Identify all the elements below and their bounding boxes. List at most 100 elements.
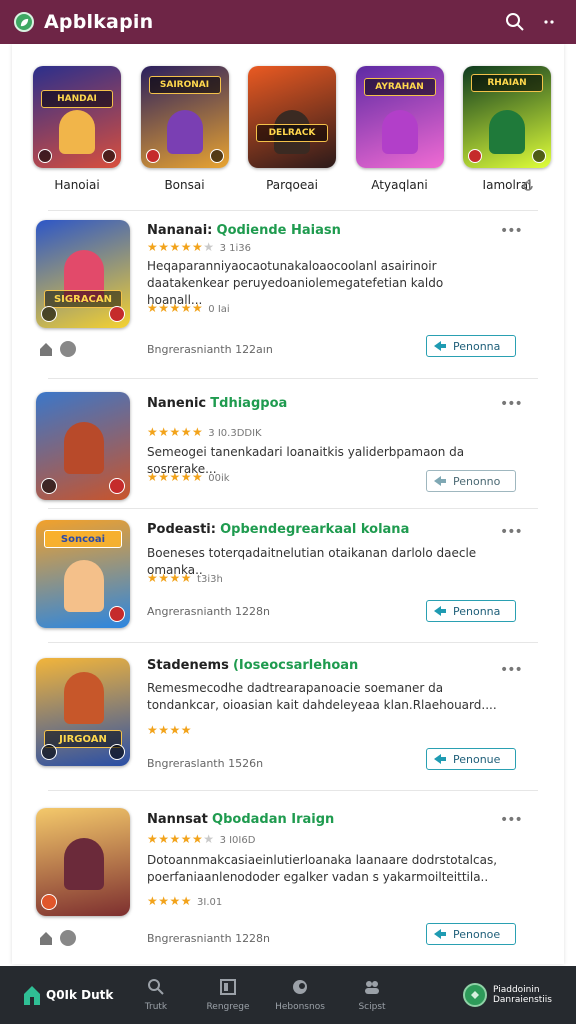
featured-art[interactable]: DELRACK <box>248 66 336 168</box>
app-thumbnail[interactable]: JIRGOAN <box>36 658 130 766</box>
more-options-icon[interactable]: ••• <box>500 525 523 539</box>
rating-bottom: ★★★★★ 0 Iai <box>147 301 230 315</box>
nav-label: Scipst <box>358 1002 386 1012</box>
install-icon <box>434 754 446 764</box>
app-thumbnail[interactable] <box>36 392 130 500</box>
divider <box>48 210 538 211</box>
app-tag: Qodiende Haiasn <box>216 223 341 238</box>
stars: ★★★★★ <box>147 425 204 439</box>
badge-icon <box>109 478 125 494</box>
badge-icon <box>41 478 57 494</box>
character-figure <box>166 110 203 154</box>
app-title-line[interactable]: Nanenic Tdhiagpoa <box>147 396 287 411</box>
install-icon <box>434 606 446 616</box>
divider <box>48 790 538 791</box>
install-button[interactable]: Penonoe <box>426 923 516 945</box>
home-icon <box>24 986 40 1005</box>
more-options-icon[interactable]: ••• <box>500 813 523 827</box>
install-button[interactable]: Penonna <box>426 600 516 622</box>
app-title-line[interactable]: Nannsat Qbodadan Iraign <box>147 812 334 827</box>
featured-item[interactable]: HANDAI Hanoiai <box>32 66 122 200</box>
stars: ★★★★★ <box>147 470 204 484</box>
divider <box>48 378 538 379</box>
nav-item-library[interactable]: Rengrege <box>192 978 264 1012</box>
featured-item[interactable]: AYRAHAN Atyaqlani <box>355 66 445 200</box>
install-label: Penonna <box>453 604 501 618</box>
more-options-icon[interactable]: ••• <box>500 224 523 238</box>
nav-item-people[interactable]: Scipst <box>336 978 408 1012</box>
home-icon[interactable] <box>38 341 54 357</box>
app-tag: Qbodadan Iraign <box>212 812 335 827</box>
rating-bottom: ★★★★ t3i3h <box>147 571 223 585</box>
account-line1: Piaddoinin <box>492 985 540 995</box>
character-figure <box>64 560 104 612</box>
leaf-icon[interactable] <box>14 12 34 32</box>
app-tag: Opbendegrearkaal kolana <box>220 522 410 537</box>
search-icon <box>148 979 164 995</box>
rating-meta: 3 I0.3DDIK <box>208 428 262 439</box>
people-icon <box>365 981 379 994</box>
badge-icon <box>41 306 57 322</box>
account-line2: Danraienstiis <box>492 995 552 1005</box>
release-info: Angrerasnianth 1228n <box>147 605 271 618</box>
more-vertical-icon[interactable] <box>536 9 562 35</box>
app-name: Nanenic <box>147 396 207 411</box>
featured-art[interactable]: HANDAI <box>33 66 121 168</box>
featured-label: Atyaqlani <box>371 178 428 192</box>
install-button[interactable]: Penonno <box>426 470 516 492</box>
app-title-line[interactable]: Stadenems (Ioseocsarlehoan <box>147 658 358 673</box>
home-icon[interactable] <box>38 930 54 946</box>
install-button[interactable]: Penonue <box>426 748 516 770</box>
more-options-icon[interactable]: ••• <box>500 663 523 677</box>
nav-item-discover[interactable]: Hebonsnos <box>264 978 336 1012</box>
app-description: Dotoannmakcasiaeinlutierloanaka laanaare… <box>147 853 498 884</box>
install-label: Penonue <box>453 752 501 766</box>
nav-item-search[interactable]: Trutk <box>120 978 192 1012</box>
release-info: Bngrerasnianth 122aın <box>147 343 273 356</box>
featured-art[interactable]: RHAIAN <box>463 66 551 168</box>
badge-icon <box>532 149 546 163</box>
stars: ★★★★★ <box>147 240 204 254</box>
rating-meta: t3i3h <box>197 574 223 585</box>
app-thumbnail[interactable] <box>36 808 130 916</box>
info-icon[interactable] <box>60 341 76 357</box>
featured-art[interactable]: AYRAHAN <box>355 66 444 168</box>
account-area[interactable]: Piaddoinin Danraienstiis <box>462 983 576 1007</box>
install-icon <box>434 929 446 939</box>
app-name: Stadenems <box>147 658 229 673</box>
refresh-icon[interactable] <box>520 178 536 194</box>
install-button[interactable]: Penonna <box>426 335 516 357</box>
row-actions <box>38 930 76 946</box>
stars: ★★★★ <box>147 571 193 585</box>
character-figure <box>59 110 95 154</box>
stars: ★★★★ <box>147 894 193 908</box>
art-banner: SIGRACAN <box>44 290 122 308</box>
rating-meta: 3 I0I6D <box>219 835 256 846</box>
badge-icon <box>102 149 116 163</box>
featured-item[interactable]: RHAIAN Iamolrai <box>462 66 552 200</box>
featured-item[interactable]: SAIRONAI Bonsai <box>140 66 230 200</box>
stars-off: ★ <box>203 832 215 846</box>
rating-bottom: ★★★★ 3I.01 <box>147 894 222 908</box>
rating-meta: 3 1i36 <box>219 243 251 254</box>
badge-icon <box>41 894 57 910</box>
more-options-icon[interactable]: ••• <box>500 397 523 411</box>
app-thumbnail[interactable]: Soncoai <box>36 520 130 628</box>
search-icon[interactable] <box>502 9 528 35</box>
art-banner: DELRACK <box>256 124 328 142</box>
app-name: Nannsat <box>147 812 208 827</box>
install-label: Penonno <box>453 474 501 488</box>
app-thumbnail[interactable]: SIGRACAN <box>36 220 130 328</box>
app-title-line[interactable]: Podeasti: Opbendegrearkaal kolana <box>147 522 409 537</box>
badge-icon <box>109 744 125 760</box>
avatar[interactable] <box>462 983 487 1007</box>
rating-bottom: ★★★★ <box>147 723 197 737</box>
featured-item[interactable]: DELRACK Parqoeai <box>247 66 337 200</box>
featured-label: Bonsai <box>164 178 205 192</box>
app-title-line[interactable]: Nananai: Qodiende Haiasn <box>147 223 341 238</box>
featured-label: Hanoiai <box>54 178 100 192</box>
bottom-nav-brand[interactable]: Q0Ik Dutk <box>0 966 120 1024</box>
stars: ★★★★ <box>147 723 193 737</box>
featured-art[interactable]: SAIRONAI <box>140 66 229 168</box>
info-icon[interactable] <box>60 930 76 946</box>
